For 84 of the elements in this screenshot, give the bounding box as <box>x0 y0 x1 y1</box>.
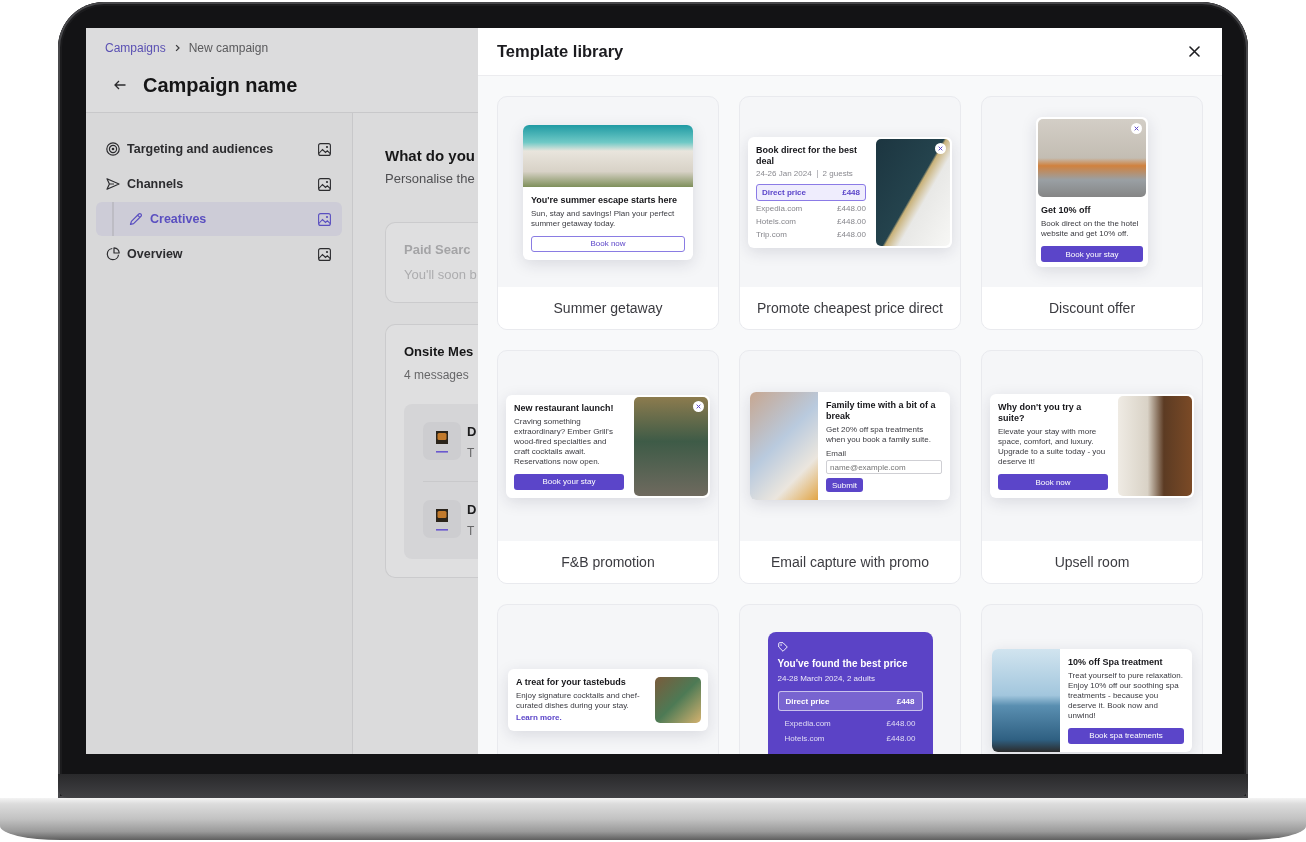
nav-item[interactable]: Channels <box>96 167 342 201</box>
channel-title: Onsite Mes <box>404 343 475 361</box>
popup-text: Sun, stay and savings! Plan your perfect summer getaway today. <box>531 208 676 229</box>
template-card[interactable]: Get 10% off Book direct on the the hotel website and get 10% off. Book your stay Discount offer <box>981 96 1203 330</box>
popup-title: Book direct for the best deal <box>756 144 858 167</box>
nav-item[interactable]: Targeting and audiences <box>96 132 342 166</box>
provider-name: Hotels.com <box>756 216 796 227</box>
template-card[interactable]: Family time with a bit of a break Get 20% off spa treatments when you book a family suite. Email name@example.com Submit Email capture with promo <box>739 350 961 584</box>
target-icon <box>106 142 120 156</box>
provider-name: Expedia.com <box>784 719 831 729</box>
channel-title: Paid Searc <box>404 241 472 259</box>
template-card[interactable]: Why don't you try a suite? Elevate your stay with more space, comfort, and luxury. Upgrade to a suite today - you deserve it! Book now Upsell room <box>981 350 1203 584</box>
message-title: D <box>467 423 477 441</box>
meta-text: 24-26 Jan 2024 <box>756 168 812 179</box>
popup-title: A treat for your tastebuds <box>516 677 627 688</box>
popup-text: Craving something extraordinary? Ember Grill's wood-fired specialties and craft cocktails await. Reservations now open. <box>514 416 614 467</box>
template-card[interactable]: Book direct for the best deal 24-26 Jan 2024 2 guests Direct price £448 Expedia.com £448.00 Hotels.com £448.00 Trip.com £448.00 Promote cheapest price direct <box>739 96 961 330</box>
thumbnail-icon <box>423 422 461 460</box>
channel-subtitle: 4 messages <box>404 367 470 383</box>
template-card[interactable]: You're summer escape starts here Sun, stay and savings! Plan your perfect summer getaway today. Book now Summer getaway <box>497 96 719 330</box>
nav-item[interactable]: Creatives <box>96 202 342 236</box>
provider-name: Expedia.com <box>756 203 803 214</box>
popup-title: Family time with a bit of a break <box>826 400 937 422</box>
breadcrumb-link[interactable]: Campaigns <box>105 40 166 56</box>
submit-button: Submit <box>826 478 863 492</box>
popup-button: Book your stay <box>1041 246 1143 262</box>
price-value: £448.00 <box>837 229 866 240</box>
chevron-right-icon <box>174 44 180 52</box>
pie-chart-icon <box>106 247 120 261</box>
provider-name: Hotels.com <box>784 734 825 744</box>
popup-link: Learn more. <box>516 713 562 723</box>
channel-card[interactable]: Onsite Mes 4 messages D T D T <box>385 324 478 578</box>
popup-title: Get 10% off <box>1041 205 1092 216</box>
meta-text: 24-28 March 2024, 2 adults <box>777 674 875 684</box>
price-value: £448 <box>896 696 915 706</box>
price-label: Direct price <box>762 187 807 197</box>
price-label: Direct price <box>785 696 830 706</box>
section-heading: What do you <box>385 146 476 166</box>
provider-name: Trip.com <box>756 229 787 240</box>
template-card[interactable]: New restaurant launch! Craving something extraordinary? Ember Grill's wood-fired specialties and craft cocktails await. Reservations now open. Book your stay F&B promotion <box>497 350 719 584</box>
popup-button: Book spa treatments <box>1068 727 1184 744</box>
popup-title: You've found the best price <box>777 658 909 670</box>
panel-title: Template library <box>497 42 624 61</box>
pencil-icon <box>129 212 143 226</box>
popup-button: Book your stay <box>514 473 624 490</box>
price-value: £448.00 <box>837 216 866 227</box>
input-field: name@example.com <box>826 460 942 474</box>
field-label: Email <box>826 449 847 459</box>
popup-title: Why don't you try a suite? <box>998 402 1083 424</box>
image-icon <box>318 177 331 191</box>
popup-title: 10% off Spa treatment <box>1068 656 1164 668</box>
popup-text: Enjoy signature cocktails and chef-curated dishes during your stay. <box>516 691 641 711</box>
close-icon[interactable] <box>1189 46 1200 57</box>
template-card[interactable]: You've found the best price 24-28 March 2024, 2 adults Direct price £448 Expedia.com £448.00 Hotels.com £448.00 <box>739 604 961 754</box>
image-icon <box>318 142 331 156</box>
popup-button: Book now <box>531 235 685 252</box>
tag-icon <box>777 642 788 652</box>
image-icon <box>318 212 331 226</box>
template-card[interactable]: A treat for your tastebuds Enjoy signature cocktails and chef-curated dishes during your stay. Learn more. <box>497 604 719 754</box>
breadcrumb-current: New campaign <box>188 40 269 56</box>
popup-title: New restaurant launch! <box>514 402 615 414</box>
message-subtitle: T <box>467 523 476 539</box>
popup-button: Book now <box>998 474 1108 490</box>
popup-text: Treat yourself to pure relaxation. Enjoy 10% off our soothing spa treatments - because you deserve it. Book now and unwind! <box>1068 670 1184 721</box>
message-title: D <box>467 501 477 519</box>
price-value: £448 <box>842 187 860 197</box>
page-title: Campaign name <box>143 73 298 97</box>
popup-text: Book direct on the the hotel website and get 10% off. <box>1041 219 1140 239</box>
photo-placeholder <box>655 677 701 723</box>
popup-text: Elevate your stay with more space, comfort, and luxury. Upgrade to a suite today - you deserve it! <box>998 427 1107 467</box>
price-value: £448.00 <box>837 203 866 214</box>
price-value: £448.00 <box>886 719 916 729</box>
back-arrow-icon[interactable] <box>114 80 126 90</box>
message-subtitle: T <box>467 445 476 461</box>
section-description: Personalise the <box>385 170 476 188</box>
price-value: £448.00 <box>886 734 916 744</box>
send-icon <box>106 177 120 191</box>
meta-text: 2 guests <box>822 168 853 179</box>
thumbnail-icon <box>423 500 461 538</box>
template-card[interactable]: 10% off Spa treatment Treat yourself to pure relaxation. Enjoy 10% off our soothing spa treatments - because you deserve it. Book now and unwind! Book spa treatments <box>981 604 1203 754</box>
image-icon <box>318 247 331 261</box>
popup-text: Get 20% off spa treatments when you book a family suite. <box>826 425 932 445</box>
nav-item[interactable]: Overview <box>96 237 342 271</box>
popup-title: You're summer escape starts here <box>531 194 679 206</box>
